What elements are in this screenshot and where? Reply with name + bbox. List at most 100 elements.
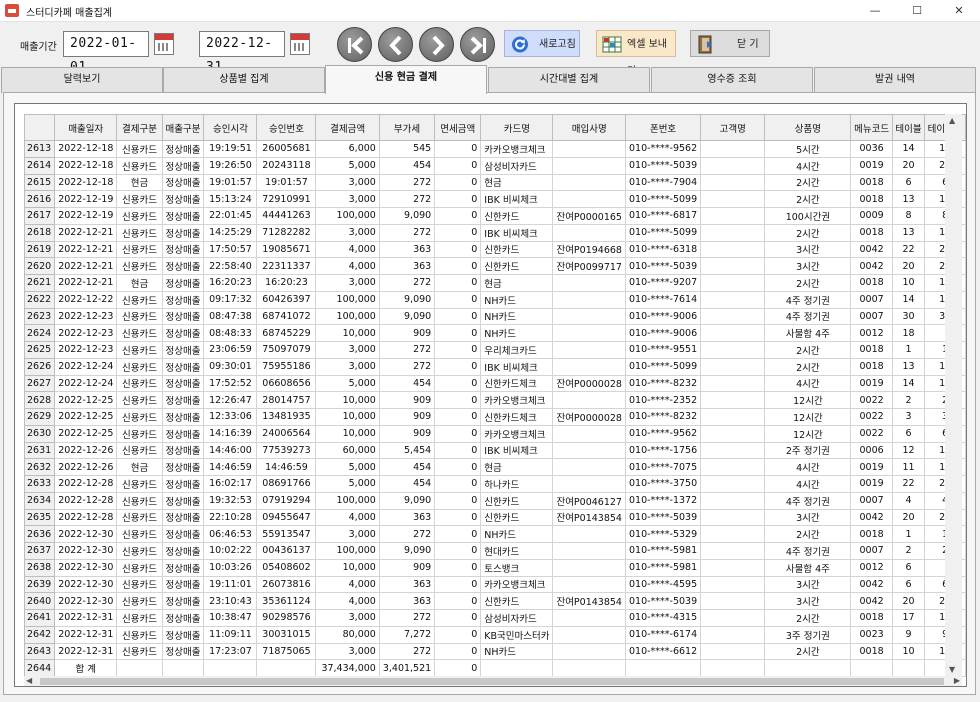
- vertical-scrollbar[interactable]: ▲ ▼: [945, 114, 962, 676]
- column-header[interactable]: 폰번호: [624, 114, 702, 141]
- column-header[interactable]: 고객명: [700, 114, 766, 141]
- last-page-button[interactable]: [460, 27, 495, 62]
- table-cell: NH카드: [480, 525, 554, 543]
- column-header[interactable]: 매출구분: [161, 114, 205, 141]
- table-row[interactable]: 2635 2022-12-28 신용카드 정상매출 22:10:28 09455647 4,…: [23, 508, 966, 527]
- table-cell: 010-****-8232: [624, 408, 702, 426]
- table-row[interactable]: 2615 2022-12-18 현금 정상매출 19:01:57 19:01:57 3,00…: [23, 173, 966, 192]
- column-header[interactable]: 승인시각: [203, 114, 258, 141]
- table-row[interactable]: 2631 2022-12-26 신용카드 정상매출 14:46:00 77539273 60…: [23, 441, 966, 460]
- table-cell: 2022-12-30: [54, 592, 118, 610]
- table-row[interactable]: 2632 2022-12-26 현금 정상매출 14:46:59 14:46:59 5,00…: [23, 458, 966, 476]
- row-number: 2614: [23, 156, 56, 175]
- table-row[interactable]: 2623 2022-12-23 신용카드 정상매출 08:47:38 68741072 10…: [23, 307, 966, 326]
- table-cell: 07919294: [256, 491, 317, 510]
- end-date-input[interactable]: 2022-12-31: [199, 31, 285, 75]
- table-cell: [700, 542, 766, 560]
- column-header[interactable]: 매입사명: [552, 114, 626, 141]
- column-header[interactable]: 부가세: [378, 114, 436, 141]
- tab-calendar[interactable]: 달력보기: [1, 67, 163, 93]
- first-page-button[interactable]: [337, 27, 372, 62]
- table-cell: 2022-12-30: [54, 558, 118, 577]
- column-header[interactable]: 결제금액: [315, 114, 380, 141]
- start-calendar-icon[interactable]: [154, 33, 174, 55]
- column-header[interactable]: 매출일자: [54, 114, 118, 141]
- column-header[interactable]: [23, 114, 56, 141]
- table-row[interactable]: 2626 2022-12-24 신용카드 정상매출 09:30:01 75955186 3,…: [23, 357, 966, 376]
- table-row[interactable]: 2620 2022-12-21 신용카드 정상매출 22:58:40 22311337 4,…: [23, 257, 966, 275]
- chevron-right-icon: [432, 35, 445, 56]
- table-row[interactable]: 2627 2022-12-24 신용카드 정상매출 17:52:52 06608656 5,…: [23, 374, 966, 393]
- table-cell: 신한카드: [480, 508, 554, 527]
- column-header[interactable]: 승인번호: [256, 114, 317, 141]
- table-cell: [700, 475, 766, 493]
- tab-page: 매출일자 결제구분 매출구분 승인시각 승인번호 결제금액 부가세 면세금액 카드명 매입사명 폰번…: [3, 92, 976, 695]
- close-window-button[interactable]: ✕: [938, 0, 980, 22]
- table-row[interactable]: 2619 2022-12-21 신용카드 정상매출 17:50:57 19085671 4,…: [23, 240, 966, 259]
- table-cell: [256, 659, 317, 677]
- column-header[interactable]: 메뉴코드: [850, 114, 893, 141]
- table-cell: 22:10:28: [203, 508, 258, 527]
- table-cell: 2시간: [764, 274, 852, 292]
- row-number: 2613: [23, 140, 56, 158]
- close-button[interactable]: 닫 기: [690, 30, 770, 57]
- table-row[interactable]: 2639 2022-12-30 신용카드 정상매출 19:11:01 26073816 4,…: [23, 575, 966, 594]
- table-row[interactable]: 2628 2022-12-25 신용카드 정상매출 12:26:47 28014757 10…: [23, 391, 966, 409]
- table-cell: 19:19:51: [203, 140, 258, 158]
- table-row[interactable]: 2629 2022-12-25 신용카드 정상매출 12:33:06 13481935 10…: [23, 408, 966, 426]
- table-row[interactable]: 2642 2022-12-31 신용카드 정상매출 11:09:11 30031015 80…: [23, 625, 966, 644]
- table-row[interactable]: 2638 2022-12-30 신용카드 정상매출 10:03:26 05408602 10…: [23, 558, 966, 577]
- table-cell: 010-****-5039: [624, 592, 702, 610]
- table-row[interactable]: 2616 2022-12-19 신용카드 정상매출 15:13:24 72910991 3,…: [23, 190, 966, 208]
- table-row[interactable]: 2634 2022-12-28 신용카드 정상매출 19:32:53 07919294 10…: [23, 491, 966, 510]
- table-row[interactable]: 2625 2022-12-23 신용카드 정상매출 23:06:59 75097079 3,…: [23, 341, 966, 359]
- table-cell: 30031015: [256, 625, 317, 644]
- table-cell: 2022-12-23: [54, 307, 118, 326]
- table-row[interactable]: 2643 2022-12-31 신용카드 정상매출 17:23:07 71875065 3,…: [23, 642, 966, 661]
- table-cell: 08:47:38: [203, 307, 258, 326]
- table-cell: 2시간: [764, 223, 852, 242]
- table-row[interactable]: 2621 2022-12-21 현금 정상매출 16:20:23 16:20:23 3,00…: [23, 274, 966, 292]
- table-row[interactable]: 2624 2022-12-23 신용카드 정상매출 08:48:33 68745229 10…: [23, 324, 966, 342]
- column-header[interactable]: 테이블: [891, 114, 926, 141]
- end-calendar-icon[interactable]: [290, 33, 310, 55]
- table-row[interactable]: 2637 2022-12-30 신용카드 정상매출 10:02:22 00436137 10…: [23, 542, 966, 560]
- tab-product-summary[interactable]: 상품별 집계: [163, 67, 325, 93]
- table-row[interactable]: 2618 2022-12-21 신용카드 정상매출 14:25:29 71282282 3,…: [23, 223, 966, 242]
- table-row[interactable]: 2630 2022-12-25 신용카드 정상매출 14:16:39 24006564 10…: [23, 424, 966, 443]
- table-row[interactable]: 2622 2022-12-22 신용카드 정상매출 09:17:32 60426397 10…: [23, 290, 966, 309]
- table-row[interactable]: 2640 2022-12-30 신용카드 정상매출 23:10:43 35361124 4,…: [23, 592, 966, 610]
- scroll-right-icon[interactable]: ▶: [954, 676, 960, 685]
- table-row[interactable]: 2613 2022-12-18 신용카드 정상매출 19:19:51 26005681 6,…: [23, 140, 966, 158]
- prev-page-button[interactable]: [378, 27, 413, 62]
- maximize-button[interactable]: ☐: [896, 0, 938, 22]
- column-header[interactable]: 면세금액: [434, 114, 482, 141]
- table-cell: 현금: [480, 274, 554, 292]
- table-row[interactable]: 2614 2022-12-18 신용카드 정상매출 19:26:50 20243118 5,…: [23, 156, 966, 175]
- minimize-button[interactable]: —: [854, 0, 896, 22]
- table-row[interactable]: 2633 2022-12-28 신용카드 정상매출 16:02:17 08691766 5,…: [23, 475, 966, 493]
- column-header[interactable]: 상품명: [764, 114, 852, 141]
- scroll-down-icon[interactable]: ▼: [949, 665, 955, 674]
- start-date-input[interactable]: 2022-01-01: [63, 31, 149, 75]
- table-cell: NH카드: [480, 307, 554, 326]
- tab-ticket-history[interactable]: 발권 내역: [814, 67, 976, 93]
- table-row[interactable]: 2617 2022-12-19 신용카드 정상매출 22:01:45 44441263 10…: [23, 207, 966, 225]
- next-page-button[interactable]: [419, 27, 454, 62]
- tab-hourly-summary[interactable]: 시간대별 집계: [488, 67, 650, 93]
- table-cell: 잔여P0143854: [552, 508, 626, 527]
- column-header[interactable]: 카드명: [480, 114, 554, 141]
- table-row[interactable]: 2636 2022-12-30 신용카드 정상매출 06:46:53 55913547 3,…: [23, 525, 966, 543]
- export-excel-button[interactable]: 엑셀 보내기: [596, 30, 676, 77]
- table-cell: 정상매출: [161, 609, 205, 627]
- horizontal-scroll-thumb[interactable]: [40, 678, 944, 685]
- table-cell: 3시간: [764, 575, 852, 594]
- tab-card-cash-payment[interactable]: 신용 현금 결제: [325, 65, 487, 94]
- scroll-up-icon[interactable]: ▲: [949, 116, 955, 125]
- horizontal-scrollbar[interactable]: ◀ ▶: [24, 676, 962, 686]
- tab-receipt-lookup[interactable]: 영수증 조회: [651, 67, 813, 93]
- table-row[interactable]: 2641 2022-12-31 신용카드 정상매출 10:38:47 90298576 3,…: [23, 609, 966, 627]
- column-header[interactable]: 결제구분: [116, 114, 163, 141]
- refresh-button[interactable]: 새로고침: [504, 30, 580, 57]
- scroll-left-icon[interactable]: ◀: [26, 676, 32, 685]
